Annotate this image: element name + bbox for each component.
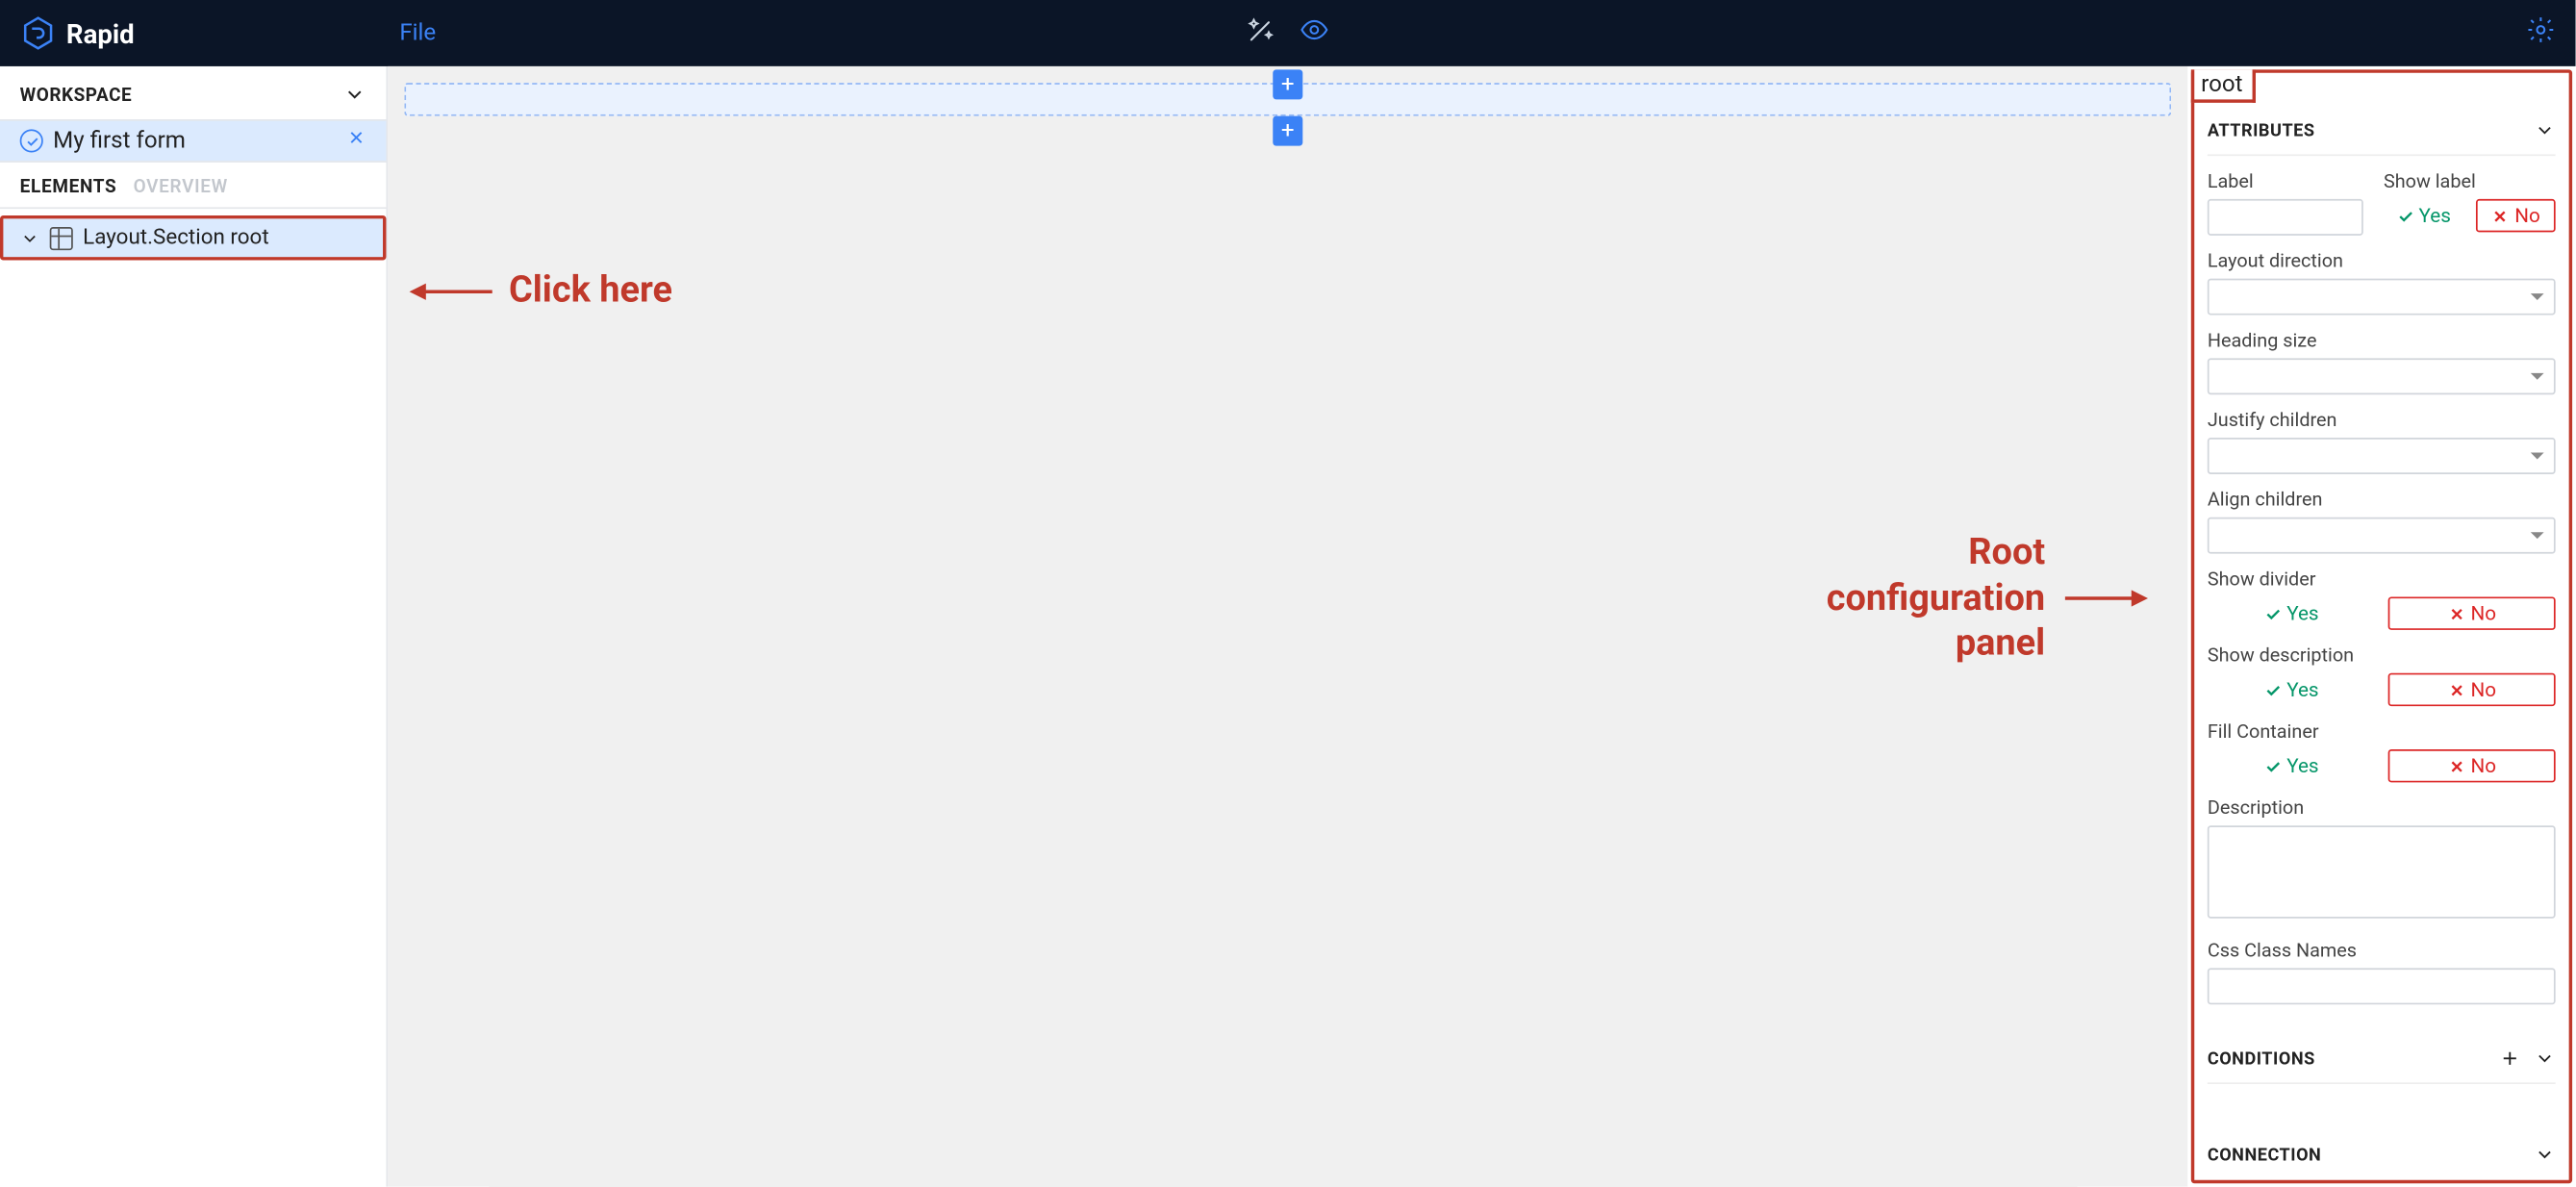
show-description-no[interactable]: No <box>2388 673 2556 706</box>
plus-icon[interactable] <box>2499 1048 2520 1069</box>
show-label-no[interactable]: No <box>2476 199 2555 232</box>
justify-children-select[interactable] <box>2208 438 2556 474</box>
workspace-header[interactable]: WORKSPACE <box>0 66 386 119</box>
close-icon[interactable] <box>346 128 366 155</box>
tree-root-label: Layout.Section root <box>83 225 269 250</box>
top-bar: Rapid File <box>0 0 2576 66</box>
show-description-yes[interactable]: Yes <box>2208 673 2375 706</box>
app-logo: Rapid <box>20 15 135 52</box>
hexagon-logo-icon <box>20 15 57 52</box>
chevron-down-icon <box>343 83 366 106</box>
show-description-label: Show description <box>2208 644 2556 667</box>
description-label: Description <box>2208 796 2556 819</box>
show-label-yes[interactable]: Yes <box>2384 199 2462 232</box>
chevron-down-icon <box>2534 1048 2555 1069</box>
description-textarea[interactable] <box>2208 825 2556 918</box>
chevron-down-icon <box>2534 1144 2555 1165</box>
canvas: + + <box>388 66 2187 1187</box>
label-label: Label <box>2208 169 2363 192</box>
workspace-item-label: My first form <box>53 128 186 155</box>
section-conditions-header[interactable]: CONDITIONS <box>2208 1031 2556 1084</box>
heading-size-label: Heading size <box>2208 328 2556 351</box>
canvas-drop-zone[interactable]: + + <box>404 83 2171 115</box>
workspace-item[interactable]: My first form <box>0 119 386 163</box>
add-section-button-bottom[interactable]: + <box>1273 116 1302 146</box>
menu-file[interactable]: File <box>399 20 436 47</box>
align-children-label: Align children <box>2208 488 2556 511</box>
add-section-button-top[interactable]: + <box>1273 69 1302 99</box>
tab-elements[interactable]: ELEMENTS <box>20 176 117 197</box>
section-connection-header[interactable]: CONNECTION <box>2208 1127 2556 1177</box>
justify-children-label: Justify children <box>2208 408 2556 431</box>
show-divider-no[interactable]: No <box>2388 596 2556 629</box>
settings-gear-icon[interactable] <box>2526 15 2556 52</box>
workspace-header-label: WORKSPACE <box>20 84 132 105</box>
brand-name: Rapid <box>66 17 135 49</box>
config-panel: root ATTRIBUTES Label Show label Yes No <box>2187 66 2575 1187</box>
chevron-down-icon <box>20 228 40 248</box>
heading-size-select[interactable] <box>2208 358 2556 394</box>
config-panel-title: root <box>2191 69 2256 102</box>
sidebar-left: WORKSPACE My first form ELEMENTS OVERVIE… <box>0 66 388 1187</box>
section-connection-label: CONNECTION <box>2208 1144 2322 1165</box>
layout-direction-select[interactable] <box>2208 278 2556 315</box>
align-children-select[interactable] <box>2208 518 2556 554</box>
magic-wand-icon[interactable] <box>1247 15 1276 52</box>
fill-container-no[interactable]: No <box>2388 749 2556 782</box>
css-class-label: Css Class Names <box>2208 938 2556 961</box>
show-divider-yes[interactable]: Yes <box>2208 596 2375 629</box>
show-label-label: Show label <box>2384 169 2556 192</box>
tree-root-item[interactable]: Layout.Section root <box>3 218 383 257</box>
check-circle-icon <box>20 129 43 152</box>
fill-container-label: Fill Container <box>2208 720 2556 743</box>
tab-overview[interactable]: OVERVIEW <box>134 176 228 197</box>
section-conditions-label: CONDITIONS <box>2208 1048 2315 1069</box>
css-class-input[interactable] <box>2208 968 2556 1004</box>
label-input[interactable] <box>2208 199 2363 236</box>
section-attributes-label: ATTRIBUTES <box>2208 119 2315 140</box>
show-divider-label: Show divider <box>2208 567 2556 590</box>
left-tabs: ELEMENTS OVERVIEW <box>0 163 386 209</box>
fill-container-yes[interactable]: Yes <box>2208 749 2375 782</box>
preview-eye-icon[interactable] <box>1300 15 1329 52</box>
section-attributes-header[interactable]: ATTRIBUTES <box>2208 103 2556 156</box>
tree-root-highlight: Layout.Section root <box>0 215 386 261</box>
section-icon <box>50 226 73 249</box>
layout-direction-label: Layout direction <box>2208 248 2556 271</box>
chevron-down-icon <box>2534 119 2555 140</box>
